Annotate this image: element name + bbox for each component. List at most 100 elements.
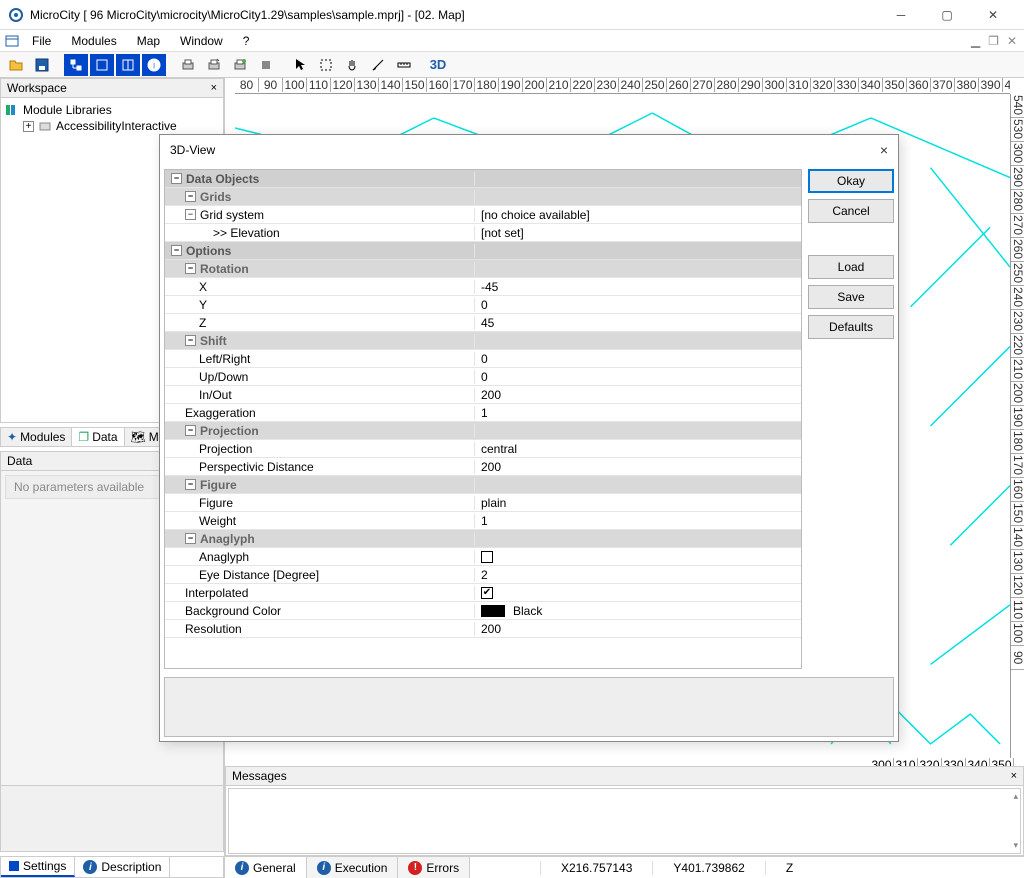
row-rot-z[interactable]: Z (199, 316, 206, 330)
zoom-area-icon[interactable] (314, 54, 338, 76)
tab-data[interactable]: ❐Data (72, 428, 124, 446)
tab-modules[interactable]: ✦Modules (1, 428, 72, 446)
pan-icon[interactable] (340, 54, 364, 76)
group-projection[interactable]: Projection (200, 424, 259, 438)
row-elevation[interactable]: >> Elevation (213, 226, 280, 240)
status-bar: X216.757143 Y401.739862 Z (0, 856, 1024, 878)
group-anaglyph[interactable]: Anaglyph (200, 532, 255, 546)
panel1-icon[interactable] (90, 54, 114, 76)
tree-root[interactable]: Module Libraries (5, 102, 219, 118)
dialog-titlebar[interactable]: 3D-View × (160, 135, 898, 165)
val-projection[interactable]: central (475, 442, 801, 456)
row-weight[interactable]: Weight (199, 514, 236, 528)
row-background[interactable]: Background Color (185, 604, 281, 618)
row-eye-distance[interactable]: Eye Distance [Degree] (199, 568, 319, 582)
messages-body[interactable]: ▴ ▾ (228, 788, 1021, 854)
measure-icon[interactable] (366, 54, 390, 76)
row-projection[interactable]: Projection (199, 442, 252, 456)
group-shift[interactable]: Shift (200, 334, 227, 348)
dialog-close-icon[interactable]: × (880, 142, 888, 158)
print2-icon[interactable] (202, 54, 226, 76)
val-rot-z[interactable]: 45 (475, 316, 801, 330)
workspace-title: Workspace (7, 81, 67, 95)
row-grid-system[interactable]: Grid system (200, 208, 264, 222)
workspace-close-icon[interactable]: × (211, 82, 217, 94)
row-rot-x[interactable]: X (199, 280, 207, 294)
val-eye-distance[interactable]: 2 (475, 568, 801, 582)
val-shift-io[interactable]: 200 (475, 388, 801, 402)
row-shift-ud[interactable]: Up/Down (199, 370, 248, 384)
expander-icon[interactable]: − (171, 173, 182, 184)
print-icon[interactable] (176, 54, 200, 76)
group-rotation[interactable]: Rotation (200, 262, 249, 276)
row-anaglyph[interactable]: Anaglyph (199, 550, 249, 564)
row-resolution[interactable]: Resolution (185, 622, 242, 636)
group-figure[interactable]: Figure (200, 478, 237, 492)
val-rot-y[interactable]: 0 (475, 298, 801, 312)
dialog-title: 3D-View (170, 143, 215, 157)
3d-button[interactable]: 3D (426, 54, 450, 76)
ruler-top: 8090100110120130140150160170180190200210… (235, 78, 1010, 94)
messages-title: Messages (232, 769, 287, 783)
interpolated-checkbox[interactable]: ✔ (481, 587, 493, 599)
defaults-button[interactable]: Defaults (808, 315, 894, 339)
data-title: Data (7, 454, 32, 468)
group-options[interactable]: Options (186, 244, 231, 258)
scroll-down-icon[interactable]: ▾ (1013, 840, 1018, 851)
expand-icon[interactable]: + (23, 121, 34, 132)
status-z: Z (765, 861, 813, 875)
app-icon (8, 7, 24, 23)
group-grids[interactable]: Grids (200, 190, 231, 204)
close-button[interactable]: ✕ (970, 0, 1016, 30)
val-rot-x[interactable]: -45 (475, 280, 801, 294)
save-icon[interactable] (30, 54, 54, 76)
messages-close-icon[interactable]: × (1011, 770, 1017, 782)
panel2-icon[interactable] (116, 54, 140, 76)
anaglyph-checkbox[interactable] (481, 551, 493, 563)
menu-file[interactable]: File (24, 32, 59, 50)
val-exaggeration[interactable]: 1 (475, 406, 801, 420)
menu-map[interactable]: Map (129, 32, 168, 50)
ruler-icon[interactable] (392, 54, 416, 76)
menu-bar: File Modules Map Window ? ▁ ❐ ✕ (0, 30, 1024, 52)
row-rot-y[interactable]: Y (199, 298, 207, 312)
pointer-icon[interactable] (288, 54, 312, 76)
tree-child[interactable]: + AccessibilityInteractive (23, 118, 219, 134)
menu-modules[interactable]: Modules (63, 32, 124, 50)
color-swatch (481, 605, 505, 617)
scroll-up-icon[interactable]: ▴ (1013, 791, 1018, 802)
data-details (0, 786, 224, 852)
row-shift-lr[interactable]: Left/Right (199, 352, 250, 366)
okay-button[interactable]: Okay (808, 169, 894, 193)
val-perspective[interactable]: 200 (475, 460, 801, 474)
row-perspective[interactable]: Perspectivic Distance (199, 460, 314, 474)
mdi-close-icon[interactable]: ✕ (1004, 34, 1020, 48)
stop-icon[interactable] (254, 54, 278, 76)
cancel-button[interactable]: Cancel (808, 199, 894, 223)
val-shift-lr[interactable]: 0 (475, 352, 801, 366)
val-figure[interactable]: plain (475, 496, 801, 510)
val-resolution[interactable]: 200 (475, 622, 801, 636)
mdi-minimize-icon[interactable]: ▁ (968, 34, 983, 48)
group-data-objects[interactable]: Data Objects (186, 172, 259, 186)
val-weight[interactable]: 1 (475, 514, 801, 528)
row-interpolated[interactable]: Interpolated (185, 586, 248, 600)
menu-help[interactable]: ? (235, 32, 258, 50)
open-icon[interactable] (4, 54, 28, 76)
minimize-button[interactable]: ─ (878, 0, 924, 30)
row-figure[interactable]: Figure (199, 496, 233, 510)
save-button[interactable]: Save (808, 285, 894, 309)
print3-icon[interactable] (228, 54, 252, 76)
tree-view-icon[interactable] (64, 54, 88, 76)
val-background[interactable]: Black (475, 604, 801, 618)
mdi-restore-icon[interactable]: ❐ (985, 34, 1002, 48)
menu-window[interactable]: Window (172, 32, 231, 50)
val-elevation[interactable]: [not set] (475, 226, 801, 240)
val-shift-ud[interactable]: 0 (475, 370, 801, 384)
row-exaggeration[interactable]: Exaggeration (185, 406, 256, 420)
row-shift-io[interactable]: In/Out (199, 388, 232, 402)
maximize-button[interactable]: ▢ (924, 0, 970, 30)
info-icon[interactable]: i (142, 54, 166, 76)
load-button[interactable]: Load (808, 255, 894, 279)
val-grid-system[interactable]: [no choice available] (475, 208, 801, 222)
